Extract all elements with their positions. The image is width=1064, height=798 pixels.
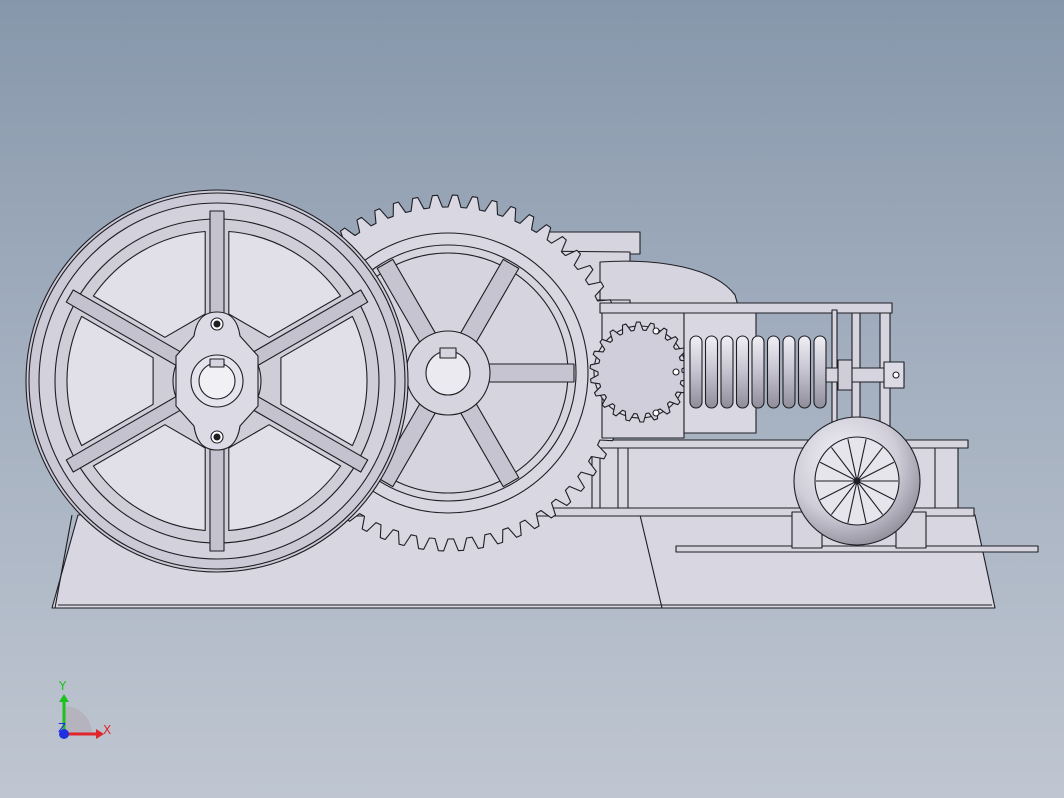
spring-coil: [689, 335, 703, 409]
spring-coil: [751, 335, 765, 409]
pinion-gearbox: [589, 305, 691, 439]
x-axis-label: X: [103, 723, 111, 737]
spring-coil: [704, 335, 719, 409]
coordinate-triad: X Y Z: [58, 679, 111, 739]
spring-coil: [766, 335, 781, 409]
spring-coil: [797, 335, 812, 409]
spring-coil: [720, 335, 734, 409]
machine-assembly-drawing[interactable]: [0, 0, 1064, 798]
triad-plane-shading: [64, 706, 92, 734]
spring-coil: [813, 335, 827, 409]
cad-viewport[interactable]: X Y Z: [0, 0, 1064, 798]
motor-base-plate: [675, 545, 1039, 553]
z-axis-label: Z: [58, 721, 66, 735]
spring-coil: [782, 335, 796, 409]
spring-coil: [735, 335, 750, 409]
drive-wheel: [791, 416, 927, 549]
gear-spoke: [483, 363, 575, 383]
flywheel: [25, 189, 409, 573]
y-axis-label: Y: [58, 679, 67, 693]
guide-rod: [825, 359, 905, 391]
compression-spring: [689, 335, 827, 409]
